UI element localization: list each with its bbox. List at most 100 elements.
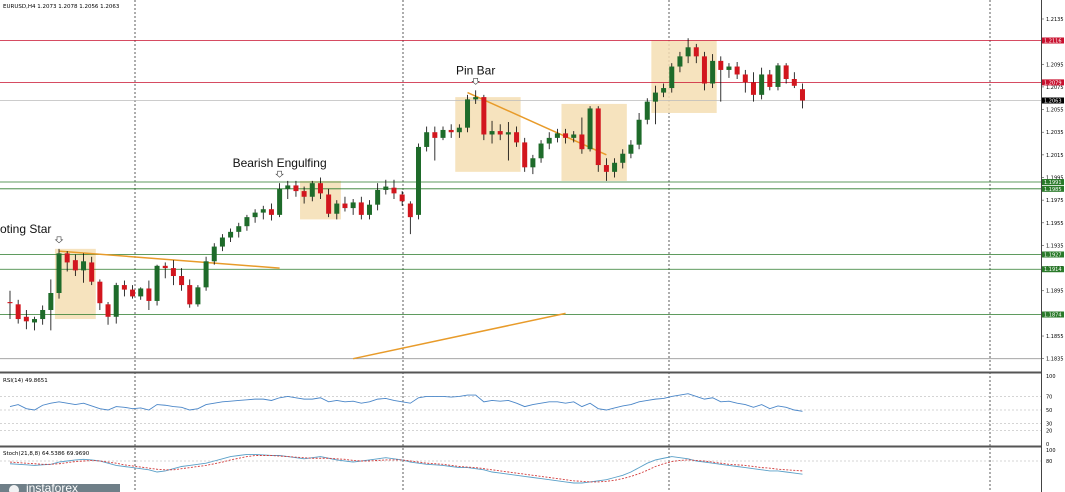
level-tag: 1.2079 xyxy=(1044,80,1062,86)
price-tick-label: 1.2095 xyxy=(1046,62,1064,68)
rsi-tick-label: 30 xyxy=(1046,422,1052,428)
candle-body xyxy=(644,101,650,120)
candle-body xyxy=(342,203,348,209)
candle-body xyxy=(791,78,797,86)
candle-body xyxy=(767,74,773,87)
candle-body xyxy=(89,262,95,282)
stoch-header: Stoch(21,8,8) 64.5386 69.9690 xyxy=(3,451,90,457)
candle-body xyxy=(195,287,201,305)
candle-body xyxy=(701,56,707,84)
candle-body xyxy=(497,131,503,135)
candle-body xyxy=(693,47,699,57)
candle-body xyxy=(358,202,364,215)
candle-body xyxy=(759,74,765,95)
candle-body xyxy=(563,133,569,138)
candle-body xyxy=(162,265,168,269)
candle-body xyxy=(522,142,528,168)
candle-body xyxy=(579,134,585,150)
candle-body xyxy=(710,60,716,84)
symbol-header: EURUSD,H4 1.2073 1.2078 1.2056 1.2063 xyxy=(3,4,120,10)
candle-body xyxy=(260,209,266,213)
candle-body xyxy=(799,89,805,101)
candle-body xyxy=(677,56,683,67)
candle-body xyxy=(587,108,593,150)
candle-body xyxy=(236,226,242,232)
candle xyxy=(775,63,781,91)
price-chart: oting Star Bearish Engulfing Pin Bar 1.213… xyxy=(0,0,1065,492)
candle-body xyxy=(40,309,46,320)
level-tag: 1.2116 xyxy=(1044,38,1062,44)
candle xyxy=(154,264,160,306)
candle-body xyxy=(775,65,781,87)
stoch-tick-label: 80 xyxy=(1046,459,1052,465)
candle-body xyxy=(546,137,552,144)
candle-body xyxy=(277,188,283,215)
candle-body xyxy=(56,253,62,294)
stoch-tick-label: 100 xyxy=(1046,448,1056,454)
candle xyxy=(522,137,528,172)
candle-body xyxy=(628,144,634,154)
candle-body xyxy=(620,153,626,163)
candle-body xyxy=(203,261,209,288)
candle-body xyxy=(383,186,389,190)
candle-body xyxy=(23,316,29,322)
candle xyxy=(481,94,487,141)
candle xyxy=(203,256,209,291)
candle-body xyxy=(219,237,225,247)
candle-body xyxy=(391,187,397,194)
candle-body xyxy=(293,185,299,192)
candle xyxy=(595,106,601,172)
candle-body xyxy=(179,276,185,286)
candle-body xyxy=(448,129,454,133)
candle xyxy=(587,106,593,152)
price-tick-label: 1.1835 xyxy=(1046,357,1064,363)
candle-body xyxy=(718,60,724,70)
candle-body xyxy=(661,88,667,93)
pattern-label: Bearish Engulfing xyxy=(233,156,327,170)
candle-body xyxy=(505,132,511,135)
candle-body xyxy=(317,183,323,194)
candle-body xyxy=(399,194,405,202)
candle-body xyxy=(72,260,78,271)
level-tag: 1.1874 xyxy=(1044,313,1062,319)
candle-body xyxy=(571,134,577,138)
candle-body xyxy=(481,97,487,135)
candle-body xyxy=(375,189,381,205)
candle xyxy=(56,248,62,299)
candle-body xyxy=(285,185,291,189)
candle-body xyxy=(669,66,675,89)
candle-body xyxy=(170,268,176,277)
candle-body xyxy=(301,191,307,197)
watermark-text: instaforex xyxy=(26,481,78,492)
level-tag: 1.1985 xyxy=(1044,187,1062,193)
price-tick-label: 1.1975 xyxy=(1046,198,1064,204)
candle-body xyxy=(121,285,127,290)
candle-body xyxy=(366,204,372,215)
candle-body xyxy=(228,231,234,238)
candle xyxy=(416,143,421,220)
price-tick-label: 1.1895 xyxy=(1046,289,1064,295)
rsi-tick-label: 50 xyxy=(1046,408,1052,414)
level-tag: 1.1927 xyxy=(1044,253,1062,259)
candle-body xyxy=(456,127,462,133)
candle-body xyxy=(252,212,258,218)
candle xyxy=(195,285,201,307)
rsi-tick-label: 20 xyxy=(1046,428,1052,434)
candle-body xyxy=(326,194,332,214)
price-tick-label: 1.2015 xyxy=(1046,153,1064,159)
price-tick-label: 1.1955 xyxy=(1046,221,1064,227)
price-tick-label: 1.2055 xyxy=(1046,108,1064,114)
candle-body xyxy=(81,261,87,271)
candle-body xyxy=(334,203,340,214)
candle-body xyxy=(603,165,609,172)
candle-body xyxy=(612,162,618,172)
rsi-tick-label: 100 xyxy=(1046,374,1056,380)
candle-body xyxy=(32,319,38,323)
candle-body xyxy=(538,143,544,159)
candle-body xyxy=(407,203,413,218)
candle-body xyxy=(138,288,144,297)
candle-body xyxy=(514,132,520,143)
candle-body xyxy=(783,65,789,79)
candle-body xyxy=(146,288,152,301)
candle-body xyxy=(154,265,160,301)
